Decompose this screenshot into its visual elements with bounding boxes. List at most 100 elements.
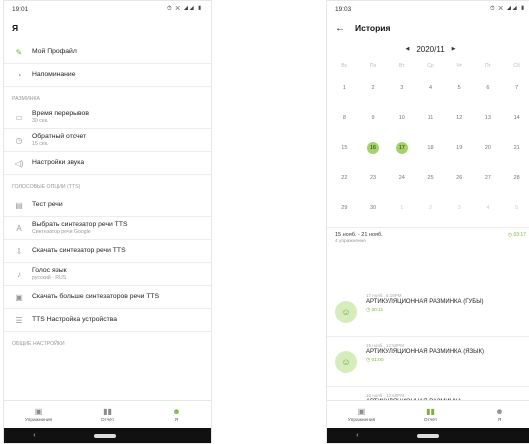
calendar-day[interactable]: 11 (416, 103, 445, 133)
week-summary: 15 нояб. - 21 нояб. 4 упражнения ◷ 03:17 (327, 227, 529, 246)
calendar-day-number: 3 (457, 205, 461, 211)
calendar-day[interactable]: 24 (387, 163, 416, 193)
entry-date: 16 нояб., 12:50PM (366, 343, 405, 348)
calendar-day[interactable]: 28 (502, 163, 529, 193)
history-entry-text: 16 нояб., 12:50PMАРТИКУЛЯЦИОННАЯ РАЗМИНК… (366, 343, 484, 380)
calendar-day[interactable]: 13 (474, 103, 503, 133)
settings-item-subtitle: 30 сек. (32, 118, 49, 125)
nav-me[interactable]: ☻ Я (152, 406, 202, 423)
calendar-day[interactable]: 26 (445, 163, 474, 193)
app-bar: ← История (327, 17, 529, 39)
entry-date: 17 нояб., 6:19PM (366, 293, 402, 298)
settings-item[interactable]: ◷ Обратный отсчет 15 сек. (4, 129, 211, 152)
nav-report-label: Отчёт (100, 418, 115, 423)
calendar-day[interactable]: 5 (502, 193, 529, 223)
weekday-label: Пн (369, 63, 377, 69)
system-back-icon[interactable]: ‹ (356, 432, 358, 439)
calendar-day[interactable]: 18 (416, 133, 445, 163)
history-entry[interactable]: ☺16 нояб., 12:50PMАРТИКУЛЯЦИОННАЯ РАЗМИН… (327, 337, 529, 387)
calendar-day-number: 19 (456, 145, 463, 151)
calendar-day-number: 23 (370, 175, 377, 181)
calendar-day[interactable]: 22 (330, 163, 359, 193)
settings-item-text: Скачать больше синтезаторов речи TTS (32, 293, 159, 301)
nav-me[interactable]: ☻ Я (475, 406, 525, 423)
settings-item[interactable]: ✎ Мой Профайл (4, 41, 211, 64)
settings-item-title: Скачать больше синтезаторов речи TTS (32, 293, 160, 301)
calendar-day[interactable]: 23 (359, 163, 388, 193)
nav-exercises[interactable]: ▣ Упражнения (14, 406, 64, 423)
calendar-day[interactable]: 29 (330, 193, 359, 223)
prev-month-icon[interactable]: ◀ (405, 46, 409, 52)
calendar-day[interactable]: 4 (474, 193, 503, 223)
settings-item[interactable]: ◔ Напоминание (4, 64, 211, 87)
weekday-label: Вс (341, 63, 348, 69)
calendar-day[interactable]: 7 (502, 73, 529, 103)
calendar-day[interactable]: 1 (330, 73, 359, 103)
system-home-pill[interactable] (94, 433, 117, 438)
calendar-day[interactable]: 9 (359, 103, 388, 133)
nav-exercises-label: Упражнения (24, 418, 53, 423)
settings-screen: 19:01 ⏱ ✕ ◢◢ ▮ Я ✎ Мой Профайл ◔ Напоминани… (3, 0, 212, 444)
settings-item[interactable]: ☰ TTS Настройка устройства (4, 309, 211, 332)
back-arrow-icon[interactable]: ← (335, 23, 345, 34)
calendar-day[interactable]: 5 (445, 73, 474, 103)
settings-item-text: Настройки звука (32, 159, 84, 167)
nav-report[interactable]: ▮▮ Отчёт (406, 406, 456, 423)
calendar-day[interactable]: 10 (387, 103, 416, 133)
calendar-day[interactable]: 15 (330, 133, 359, 163)
history-entry[interactable]: ☺ 17 нояб., 6:19PM АРТИКУЛЯЦИОННАЯ РАЗМИНК… (327, 287, 529, 337)
month-selector: ◀ 2020/11 ▶ (327, 39, 529, 59)
calendar-day[interactable]: 16 (359, 133, 388, 163)
history-entry[interactable]: ☺16 нояб., 12:50PMАРТИКУЛЯЦИОННАЯ РАЗМИН… (327, 387, 529, 400)
weekday-label: Пт (484, 63, 491, 69)
calendar-day[interactable]: 17 (387, 133, 416, 163)
calendar-day[interactable]: 25 (416, 163, 445, 193)
exercises-icon: ▣ (357, 407, 366, 416)
settings-item[interactable]: ▤ Тест речи (4, 194, 211, 217)
settings-item[interactable]: ♪ Голос язык русский - RUS (4, 263, 211, 286)
calendar-day[interactable]: 20 (474, 133, 503, 163)
nav-exercises[interactable]: ▣ Упражнения (337, 406, 387, 423)
settings-item[interactable]: ▭ Время перерывов 30 сек. (4, 106, 211, 129)
settings-item-text: Обратный отсчет 15 сек. (32, 133, 86, 148)
entry-name: АРТИКУЛЯЦИОННАЯ РАЗМИНКА (ГУБЫ) (366, 299, 484, 305)
app-bar: Я (4, 17, 211, 39)
calendar-day[interactable]: 1 (387, 193, 416, 223)
calendar-day[interactable]: 14 (502, 103, 529, 133)
tts-settings-icon: ☰ (15, 315, 23, 325)
settings-list: ✎ Мой Профайл ◔ Напоминание РАЗМИНКА ▭ Время п… (4, 41, 211, 400)
calendar-day-number: 28 (513, 175, 520, 181)
calendar-day[interactable]: 4 (416, 73, 445, 103)
settings-item[interactable]: ◁) Настройки звука (4, 152, 211, 175)
status-time: 19:03 (335, 5, 352, 13)
nav-me-label: Я (174, 418, 179, 423)
bottom-nav: ▣ Упражнения ▮▮ Отчёт ☻ Я (4, 400, 211, 428)
settings-item-title: Голос язык (32, 266, 67, 274)
calendar-day-number: 8 (342, 115, 346, 121)
next-month-icon[interactable]: ▶ (452, 46, 456, 52)
calendar-day-number: 2 (371, 85, 375, 91)
system-home-pill[interactable] (417, 433, 440, 438)
calendar-day[interactable]: 30 (359, 193, 388, 223)
calendar-day[interactable]: 6 (474, 73, 503, 103)
settings-item[interactable]: ⇩ Скачать синтезатор речи TTS (4, 240, 211, 263)
settings-item[interactable]: ▣ Скачать больше синтезаторов речи TTS (4, 286, 211, 309)
system-back-icon[interactable]: ‹ (33, 432, 35, 439)
calendar-day[interactable]: 19 (445, 133, 474, 163)
calendar-day[interactable]: 2 (416, 193, 445, 223)
calendar-day[interactable]: 21 (502, 133, 529, 163)
calendar-day[interactable]: 8 (330, 103, 359, 133)
settings-item-subtitle: русский - RUS (32, 275, 67, 282)
system-nav-bar: ‹ (4, 428, 211, 443)
settings-item-text: Напоминание (32, 71, 75, 79)
nav-report[interactable]: ▮▮ Отчёт (83, 406, 133, 423)
calendar-day[interactable]: 3 (445, 193, 474, 223)
calendar-day[interactable]: 12 (445, 103, 474, 133)
calendar-day[interactable]: 3 (387, 73, 416, 103)
mic-icon: ♪ (17, 269, 21, 279)
calendar-day[interactable]: 27 (474, 163, 503, 193)
history-entry-text: 16 нояб., 12:50PMАРТИКУЛЯЦИОННАЯ РАЗМИНК… (366, 393, 462, 400)
calendar-day[interactable]: 2 (359, 73, 388, 103)
settings-item[interactable]: A Выбрать синтезатор речи TTS Синтезатор р… (4, 217, 211, 240)
weekday-label: Сб (513, 63, 520, 69)
